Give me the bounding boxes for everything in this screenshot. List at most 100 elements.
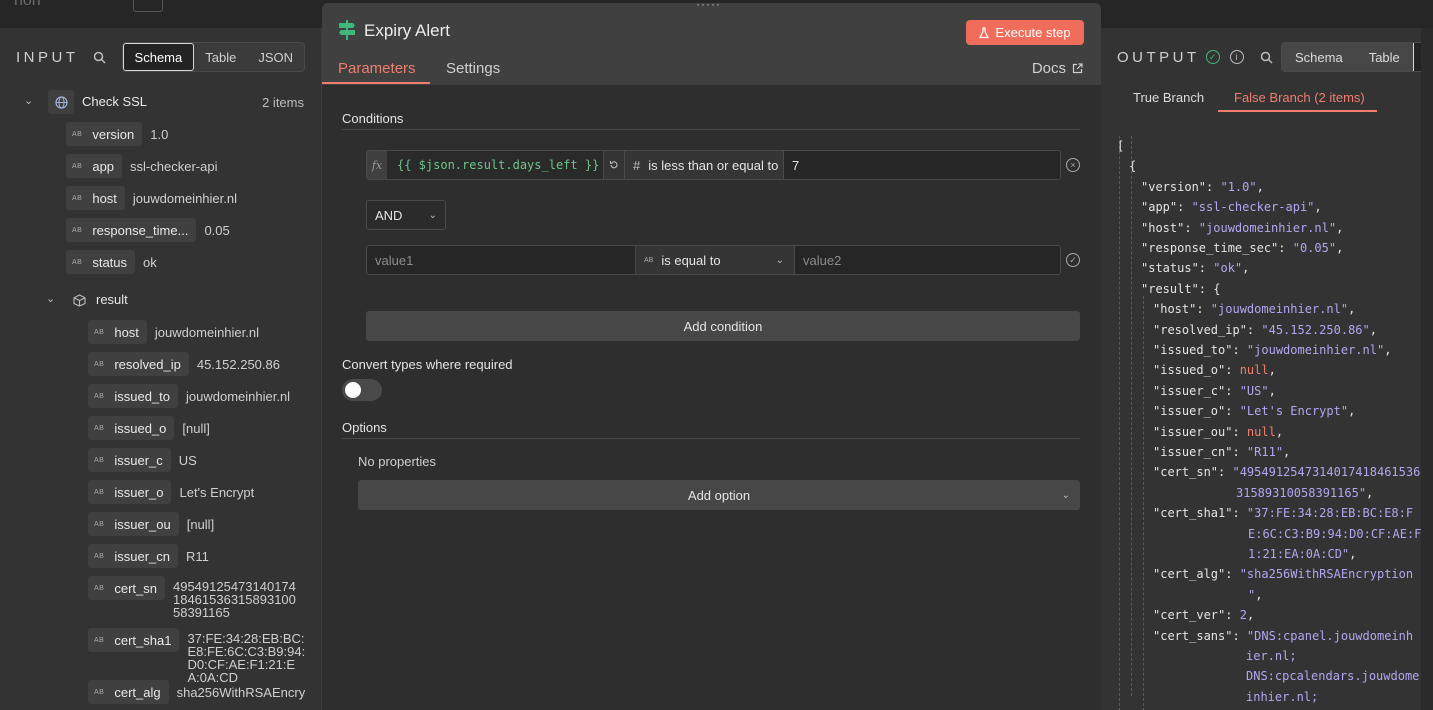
view-tab-schema[interactable]: Schema (1282, 43, 1356, 71)
field-key-pill[interactable]: AB issued_to (88, 384, 178, 408)
field-key-pill[interactable]: AB issuer_c (88, 448, 171, 472)
json-value: , (1256, 179, 1264, 194)
field-key-pill[interactable]: AB cert_sha1 (88, 628, 180, 652)
info-icon[interactable]: i (1229, 50, 1244, 64)
field-key-pill[interactable]: AB issuer_o (88, 480, 172, 504)
json-line: "issuer_c": "US", (1153, 381, 1276, 401)
active-tab-indicator (322, 82, 430, 84)
chevron-down-icon[interactable]: ⌄ (24, 94, 38, 107)
node-title[interactable]: Expiry Alert (364, 21, 450, 41)
field-key: host (114, 324, 139, 340)
execute-step-button[interactable]: Execute step (966, 20, 1084, 45)
field-key-pill[interactable]: AB app (66, 154, 123, 178)
json-value: "37:FE:34:28:EB:BC:E8:F (1246, 506, 1414, 521)
field-key-pill[interactable]: AB issued_o (88, 416, 175, 440)
schema-field-row[interactable]: AB version 1.0 (66, 122, 308, 146)
chevron-down-icon[interactable]: ⌄ (46, 292, 60, 305)
tab-settings[interactable]: Settings (446, 60, 500, 77)
schema-field-row[interactable]: AB cert_alg sha256WithRSAEncry (88, 680, 308, 704)
operator-select-1[interactable]: # is less than or equal to (624, 151, 783, 179)
string-type-icon: AB (94, 552, 105, 560)
json-value: { (1129, 159, 1137, 174)
json-line: ier.nl; (1246, 646, 1297, 666)
root-label: Check SSL (82, 94, 148, 109)
remove-condition-icon[interactable]: × (1066, 158, 1080, 172)
schema-field-row[interactable]: AB cert_sha1 37:FE:34:28:EB:BC:E8:FE:6C:C3… (88, 628, 308, 684)
signpost-icon (338, 20, 356, 40)
json-value: , (1268, 383, 1276, 398)
schema-field-row[interactable]: AB issuer_cn R11 (88, 544, 308, 568)
search-icon[interactable] (1260, 50, 1274, 64)
value1-input[interactable]: value1 (367, 246, 635, 274)
field-key-pill[interactable]: AB issuer_ou (88, 512, 179, 536)
schema-field-row[interactable]: AB cert_sn 4954912547314017418461536315893… (88, 576, 308, 619)
value2-input[interactable]: value2 (794, 246, 1060, 274)
view-tab-schema[interactable]: Schema (122, 43, 195, 71)
view-tab-table[interactable]: Table (1356, 43, 1413, 71)
schema-field-row[interactable]: AB resolved_ip 45.152.250.86 (88, 352, 308, 376)
cube-icon (70, 288, 88, 312)
tab-parameters[interactable]: Parameters (338, 60, 416, 77)
combinator-select[interactable]: AND ⌄ (366, 200, 446, 230)
tree-root[interactable]: ⌄ Check SSL (24, 90, 147, 114)
docs-label: Docs (1031, 60, 1066, 77)
string-type-icon: AB (94, 360, 105, 368)
docs-link[interactable]: Docs (1032, 60, 1083, 77)
schema-field-row[interactable]: AB issued_to jouwdomeinhier.nl (88, 384, 308, 408)
schema-field-row[interactable]: AB issuer_ou [null] (88, 512, 308, 536)
field-key-pill[interactable]: AB issuer_cn (88, 544, 178, 568)
schema-field-row[interactable]: AB issuer_o Let's Encrypt (88, 480, 308, 504)
field-key-pill[interactable]: AB host (66, 186, 125, 210)
view-tab-table[interactable]: Table (194, 43, 247, 71)
add-condition-button[interactable]: Add condition (366, 311, 1080, 341)
field-key: cert_alg (114, 684, 161, 700)
json-value: 2 (1239, 608, 1247, 623)
drag-handle[interactable]: ····· (696, 3, 721, 11)
search-icon[interactable] (93, 50, 107, 64)
conditions-label: Conditions (342, 111, 404, 126)
field-key-pill[interactable]: AB status (66, 250, 136, 274)
field-key-pill[interactable]: AB resolved_ip (88, 352, 189, 376)
operator-select-2[interactable]: AB is equal to ⌄ (635, 246, 794, 274)
tab-false-branch[interactable]: False Branch (2 items) (1234, 90, 1365, 105)
json-value: "1.0" (1220, 179, 1257, 194)
schema-field-row[interactable]: AB host jouwdomeinhier.nl (88, 320, 308, 344)
add-option-select[interactable]: Add option ⌄ (358, 480, 1080, 510)
json-line: "result": { (1141, 279, 1220, 299)
json-line: "version": "1.0", (1141, 177, 1264, 197)
divider (342, 129, 1080, 130)
fx-badge: fx (367, 151, 387, 179)
convert-types-toggle[interactable] (342, 379, 382, 401)
reset-icon[interactable] (603, 151, 624, 179)
tree-result[interactable]: ⌄ result (46, 288, 128, 312)
field-key-pill[interactable]: AB host (88, 320, 147, 344)
field-key-pill[interactable]: AB cert_alg (88, 680, 169, 704)
tab-true-branch[interactable]: True Branch (1133, 90, 1204, 105)
field-key-pill[interactable]: AB version (66, 122, 143, 146)
left-value-expression[interactable]: {{ $json.result.days_left }} (387, 151, 603, 179)
json-value: "sha256WithRSAEncryption (1239, 567, 1414, 582)
field-key-pill[interactable]: AB response_time... (66, 218, 197, 242)
schema-field-row[interactable]: AB app ssl-checker-api (66, 154, 308, 178)
field-key: response_time... (92, 222, 189, 238)
output-view-switch: Schema Table (1281, 42, 1421, 72)
check-circle-icon[interactable]: ✓ (1066, 253, 1080, 267)
schema-field-row[interactable]: AB host jouwdomeinhier.nl (66, 186, 308, 210)
view-tab-json[interactable]: JSON (247, 43, 304, 71)
json-value: "ssl-checker-api" (1191, 200, 1315, 215)
field-key: issued_to (114, 388, 170, 404)
field-key-pill[interactable]: AB cert_sn (88, 576, 165, 600)
schema-field-row[interactable]: AB issuer_c US (88, 448, 308, 472)
schema-field-row[interactable]: AB response_time... 0.05 (66, 218, 308, 242)
view-tab-json-edge[interactable] (1412, 43, 1421, 71)
schema-field-row[interactable]: AB status ok (66, 250, 308, 274)
field-value: 1.0 (150, 127, 169, 142)
json-value: E:6C:C3:B9:94:D0:CF:AE:F (1248, 526, 1421, 541)
right-value-input-1[interactable]: 7 (783, 151, 1060, 179)
json-line: "issued_o": null, (1153, 360, 1276, 380)
field-value: ok (143, 255, 157, 270)
schema-field-row[interactable]: AB issued_o [null] (88, 416, 308, 440)
json-line: "cert_sn": "4954912547314017418461536 (1153, 462, 1420, 482)
json-value: "0.05" (1292, 241, 1337, 255)
field-key: issuer_o (114, 484, 164, 500)
